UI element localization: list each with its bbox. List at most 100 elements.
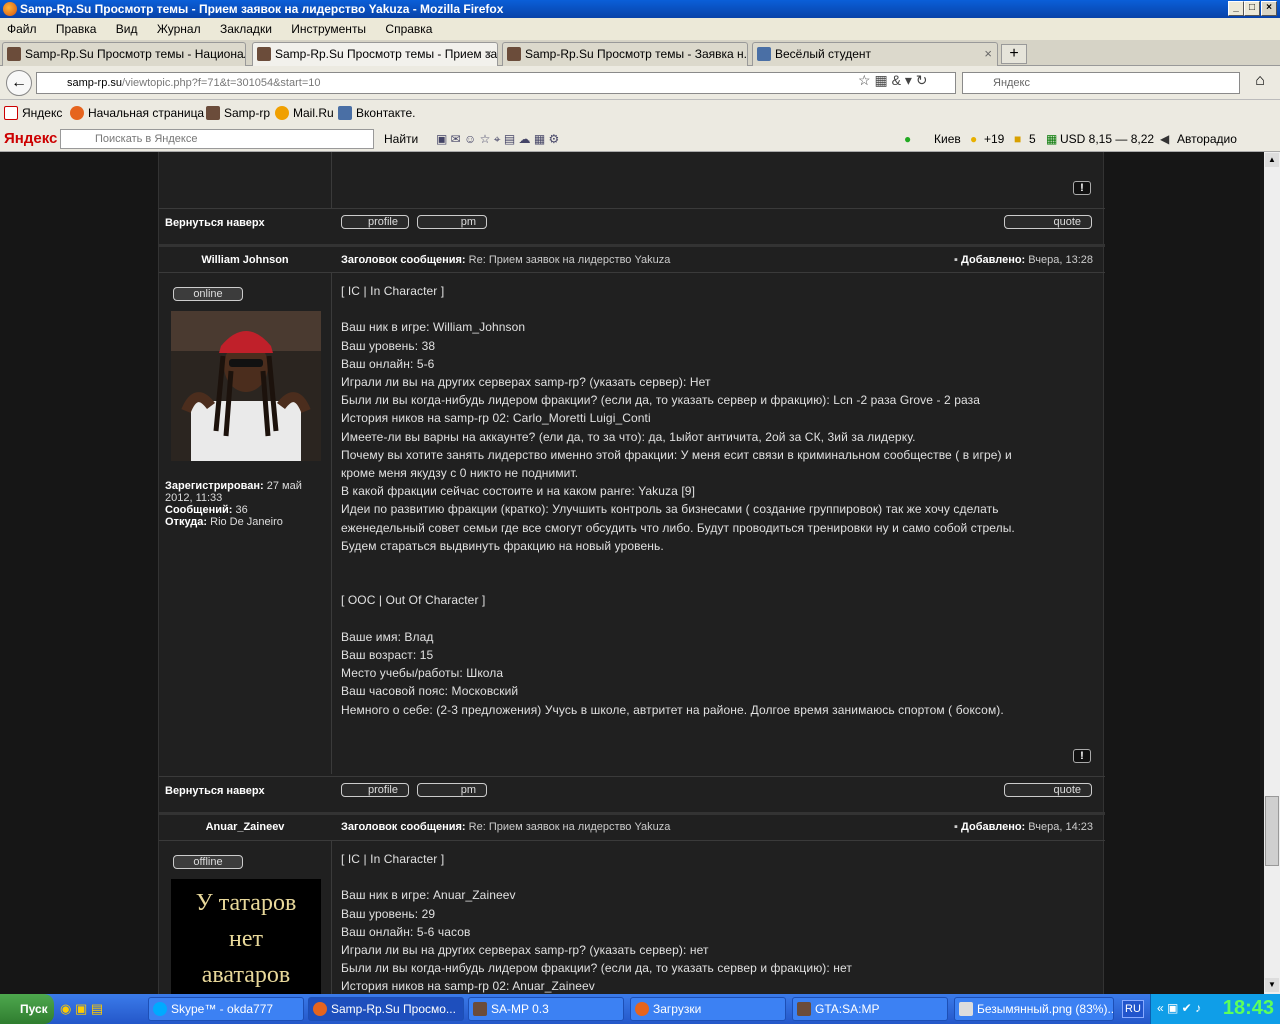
clock[interactable]: 18:43 [1223,997,1274,1019]
user-avatar[interactable]: У татаров нет аватаров [171,879,321,994]
firefox-icon [635,1002,649,1016]
post-author[interactable]: William Johnson [159,254,331,266]
back-button[interactable]: ← [6,70,32,96]
close-button[interactable]: × [1261,1,1277,16]
tab-4[interactable]: Весёлый студент × [752,42,998,66]
separator [159,208,1105,209]
site-favicon-icon [7,47,21,61]
task-downloads[interactable]: Загрузки [630,997,786,1021]
firefox-icon [70,106,84,120]
task-skype[interactable]: Skype™ - okda777 [148,997,304,1021]
post-separator [159,244,1105,247]
tab-close-icon[interactable]: × [984,43,992,65]
post-subject: Заголовок сообщения: Re: Прием заявок на… [341,821,671,833]
quicklaunch-icons[interactable]: ◉ ▣ ▤ [60,1001,103,1017]
windows-taskbar: Пуск ◉ ▣ ▤ Skype™ - okda777 Samp-Rp.Su П… [0,994,1280,1024]
post-body: [ IC | In Character ] Ваш ник в игре: Wi… [341,284,1015,717]
url-host: samp-rp.su [67,77,123,89]
temperature[interactable]: +19 [984,126,1004,152]
search-input[interactable]: Яндекс [962,72,1240,94]
report-button[interactable]: ! [1073,181,1091,195]
menu-view[interactable]: Вид [116,22,138,36]
start-button[interactable]: Пуск [0,994,54,1024]
toolbar-icons[interactable]: ▣ ✉ ☺ ☆ ⌖ ▤ ☁ ▦ ⚙ [436,126,559,152]
separator [159,840,1105,841]
tab-3[interactable]: Samp-Rp.Su Просмотр темы - Заявка н... [502,42,748,66]
yandex-toolbar: Яндекс Поискать в Яндексе Найти ▣ ✉ ☺ ☆ … [0,126,1280,152]
bookmark-mailru[interactable]: Mail.Ru [275,100,334,126]
scroll-down-icon[interactable]: ▼ [1265,978,1279,992]
tab-label: Samp-Rp.Su Просмотр темы - Заявка н... [525,47,748,61]
samp-icon [473,1002,487,1016]
menu-tools[interactable]: Инструменты [291,22,366,36]
post-icon[interactable]: ▪ [954,821,958,833]
pm-button[interactable]: pm [417,215,487,229]
window-titlebar: Samp-Rp.Su Просмотр темы - Прием заявок … [0,0,1280,18]
task-paint[interactable]: Безымянный.png (83%)... [954,997,1114,1021]
language-indicator[interactable]: RU [1122,1000,1144,1018]
quote-button[interactable]: quote [1004,215,1092,229]
tab-label: Весёлый студент [775,47,872,61]
post-icon[interactable]: ▪ [954,254,958,266]
back-to-top-link[interactable]: Вернуться наверх [165,785,265,797]
tab-close-icon[interactable]: × [484,43,492,65]
quote-button[interactable]: quote [1004,783,1092,797]
task-samp[interactable]: SA-MP 0.3 [468,997,624,1021]
profile-button[interactable]: profile [341,215,409,229]
post-body: [ IC | In Character ] Ваш ник в игре: An… [341,852,852,994]
maximize-button[interactable]: □ [1244,1,1260,16]
separator [159,272,1105,273]
scrollbar-thumb[interactable] [1265,796,1279,866]
vertical-scrollbar[interactable]: ▲ ▼ [1264,152,1280,994]
bookmark-samp-rp[interactable]: Samp-rp [206,100,270,126]
back-to-top-link[interactable]: Вернуться наверх [165,217,265,229]
vk-icon [338,106,352,120]
city-label[interactable]: Киев [934,126,961,152]
currency-icon: ▦ [1046,132,1058,146]
bookmark-home-page[interactable]: Начальная страница [70,100,204,126]
url-bar[interactable]: samp-rp.su/viewtopic.php?f=71&t=301054&s… [36,72,956,94]
post-author[interactable]: Anuar_Zaineev [159,821,331,833]
bookmark-yandex[interactable]: Яндекс [4,100,62,126]
ampersand-icon[interactable]: & [892,72,901,88]
task-firefox[interactable]: Samp-Rp.Su Просмо... [308,997,464,1021]
task-gta[interactable]: GTA:SA:MP [792,997,948,1021]
menu-edit[interactable]: Правка [56,22,97,36]
menu-help[interactable]: Справка [385,22,432,36]
new-tab-button[interactable]: + [1001,44,1027,64]
home-button[interactable]: ⌂ [1248,72,1272,94]
online-status-badge: online [173,287,243,301]
yandex-icon [4,106,18,120]
bookmarks-toolbar: Яндекс Начальная страница Samp-rp Mail.R… [0,100,1280,126]
usd-rate[interactable]: USD 8,15 — 8,22 [1060,126,1154,152]
pm-button[interactable]: pm [417,783,487,797]
minimize-button[interactable]: _ [1228,1,1244,16]
scroll-up-icon[interactable]: ▲ [1265,153,1279,167]
menu-bar: Файл Правка Вид Журнал Закладки Инструме… [0,18,1280,40]
site-favicon-icon [507,47,521,61]
menu-file[interactable]: Файл [7,22,37,36]
bookmark-star-icon[interactable]: ☆ [858,72,871,88]
window-title: Samp-Rp.Su Просмотр темы - Прием заявок … [20,2,504,16]
column-divider [331,152,332,208]
tab-1[interactable]: Samp-Rp.Su Просмотр темы - Национал... [2,42,246,66]
yandex-logo[interactable]: Яндекс [4,126,57,152]
traffic-level[interactable]: 5 [1029,126,1036,152]
report-button[interactable]: ! [1073,749,1091,763]
url-bar-icons: ☆ ▦ & ▾ ↻ [858,72,927,89]
menu-history[interactable]: Журнал [157,22,201,36]
user-avatar[interactable] [171,311,321,461]
radio-label[interactable]: Авторадио [1177,126,1237,152]
translate-icon[interactable]: ▦ [874,72,887,88]
tab-2-active[interactable]: Samp-Rp.Su Просмотр темы - Прием за... × [252,42,498,66]
yandex-find-button[interactable]: Найти [384,126,418,152]
vk-icon [757,47,771,61]
menu-bookmarks[interactable]: Закладки [220,22,272,36]
reload-icon[interactable]: ↻ [916,72,928,88]
tray-icons[interactable]: « ▣ ✔ ♪ [1157,1001,1201,1015]
dropdown-icon[interactable]: ▾ [905,72,912,88]
profile-button[interactable]: profile [341,783,409,797]
yandex-search-input[interactable]: Поискать в Яндексе [60,129,374,149]
firefox-icon [3,2,17,16]
bookmark-vkontakte[interactable]: Вконтакте. [338,100,415,126]
